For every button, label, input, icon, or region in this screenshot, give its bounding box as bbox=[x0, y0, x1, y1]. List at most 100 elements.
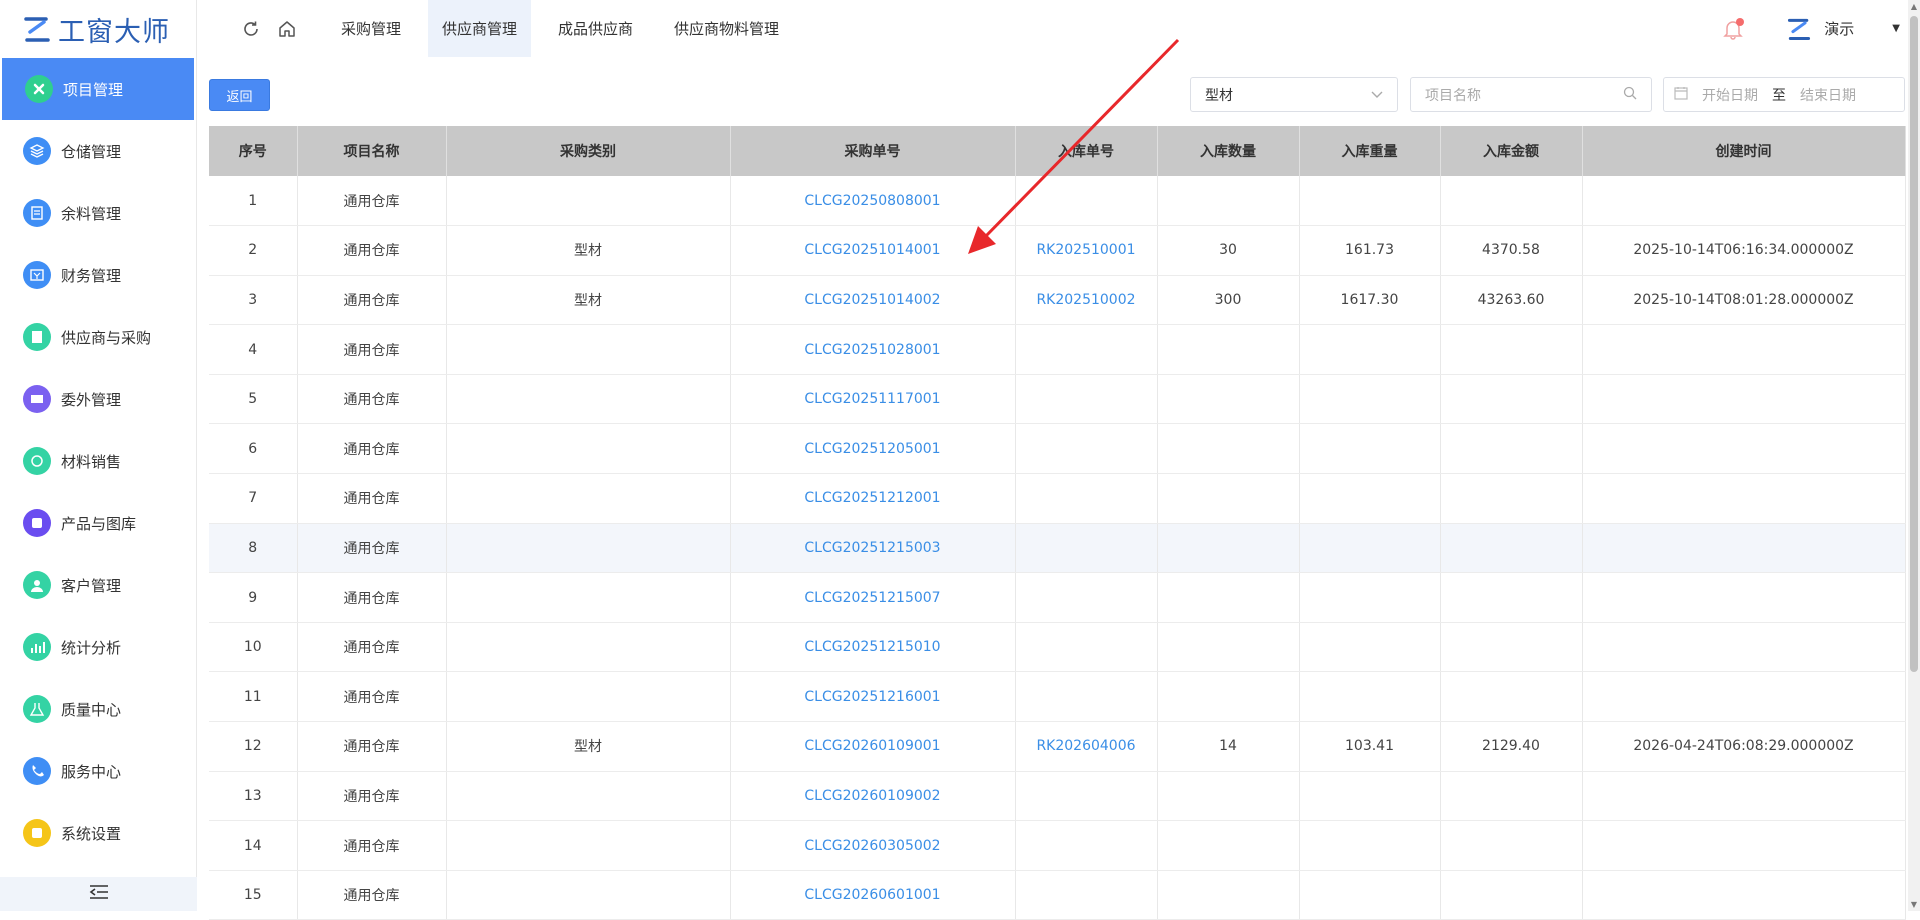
table-cell: 通用仓库 bbox=[297, 423, 447, 475]
table-row[interactable]: 12 通用仓库 型材 CLCG20260109001 RK202604006 14 103.… bbox=[209, 721, 1906, 772]
table-cell: 型材 bbox=[446, 225, 731, 276]
purchase-order-link[interactable]: CLCG20250808001 bbox=[730, 176, 1016, 227]
sidebar-item-2[interactable]: 仓储管理 bbox=[0, 120, 196, 182]
sidebar-item-12[interactable]: 服务中心 bbox=[0, 740, 196, 802]
purchase-order-link[interactable]: CLCG20251117001 bbox=[730, 374, 1016, 425]
sidebar-item-8[interactable]: 产品与图库 bbox=[0, 492, 196, 554]
table-row[interactable]: 8 通用仓库 CLCG20251215003 bbox=[209, 523, 1906, 574]
top-tab-1[interactable]: 采购管理 bbox=[327, 0, 415, 57]
user-name[interactable]: 演示 bbox=[1824, 18, 1854, 39]
scroll-down-icon[interactable]: ▼ bbox=[1910, 900, 1918, 909]
purchase-order-link[interactable]: CLCG20260305002 bbox=[730, 820, 1016, 871]
table-cell bbox=[1299, 572, 1441, 623]
table-row[interactable]: 5 通用仓库 CLCG20251117001 bbox=[209, 374, 1906, 425]
sidebar-item-label: 系统设置 bbox=[61, 824, 122, 843]
purchase-order-link[interactable]: CLCG20260109002 bbox=[730, 771, 1016, 822]
sidebar-item-5[interactable]: 供应商与采购 bbox=[0, 306, 196, 368]
purchase-order-link[interactable]: CLCG20251212001 bbox=[730, 473, 1016, 524]
inbound-order-link bbox=[1015, 870, 1158, 920]
purchase-table: 序号 项目名称 采购类别 采购单号 入库单号 入库数量 入库重量 入库金额 创建时间 1 通用仓库… bbox=[209, 126, 1906, 920]
table-row[interactable]: 13 通用仓库 CLCG20260109002 bbox=[209, 771, 1906, 822]
purchase-order-link[interactable]: CLCG20251215010 bbox=[730, 622, 1016, 673]
purchase-order-link[interactable]: CLCG20260601001 bbox=[730, 870, 1016, 920]
logo[interactable]: 工窗大师 bbox=[0, 0, 196, 58]
start-date-input[interactable]: 开始日期 bbox=[1702, 85, 1758, 105]
chart-icon bbox=[23, 633, 51, 661]
sidebar-item-label: 仓储管理 bbox=[61, 142, 122, 161]
inbound-order-link[interactable]: RK202510001 bbox=[1015, 225, 1158, 276]
table-cell bbox=[1582, 671, 1906, 723]
purchase-order-link[interactable]: CLCG20251014002 bbox=[730, 275, 1016, 326]
table-row[interactable]: 3 通用仓库 型材 CLCG20251014002 RK202510002 300 1617… bbox=[209, 275, 1906, 326]
user-menu-caret-icon[interactable]: ▼ bbox=[1892, 23, 1900, 34]
table-row[interactable]: 11 通用仓库 CLCG20251216001 bbox=[209, 671, 1906, 723]
sidebar-item-10[interactable]: 统计分析 bbox=[0, 616, 196, 678]
top-tab-4[interactable]: 供应商物料管理 bbox=[660, 0, 793, 57]
table-row[interactable]: 6 通用仓库 CLCG20251205001 bbox=[209, 423, 1906, 475]
sidebar-item-4[interactable]: 财务管理 bbox=[0, 244, 196, 306]
sidebar-item-7[interactable]: 材料销售 bbox=[0, 430, 196, 492]
home-icon[interactable] bbox=[272, 14, 302, 44]
table-cell: 4 bbox=[209, 324, 298, 375]
sidebar-item-13[interactable]: 系统设置 bbox=[0, 802, 196, 864]
purchase-order-link[interactable]: CLCG20260109001 bbox=[730, 721, 1016, 772]
top-tab-3[interactable]: 成品供应商 bbox=[544, 0, 647, 57]
project-name-input[interactable]: 项目名称 bbox=[1410, 77, 1652, 112]
table-row[interactable]: 15 通用仓库 CLCG20260601001 bbox=[209, 870, 1906, 920]
table-cell: 通用仓库 bbox=[297, 820, 447, 871]
table-row[interactable]: 4 通用仓库 CLCG20251028001 bbox=[209, 324, 1906, 375]
table-row[interactable]: 10 通用仓库 CLCG20251215010 bbox=[209, 622, 1906, 673]
user-avatar[interactable] bbox=[1786, 16, 1812, 42]
refresh-icon[interactable] bbox=[236, 14, 266, 44]
sidebar-item-label: 材料销售 bbox=[61, 452, 122, 471]
scrollbar-thumb[interactable] bbox=[1910, 16, 1918, 672]
table-cell: 300 bbox=[1157, 275, 1300, 326]
purchase-order-link[interactable]: CLCG20251014001 bbox=[730, 225, 1016, 276]
sales-icon bbox=[23, 447, 51, 475]
purchase-order-link[interactable]: CLCG20251028001 bbox=[730, 324, 1016, 375]
notification-bell-icon[interactable] bbox=[1718, 14, 1748, 44]
sidebar-item-3[interactable]: 余料管理 bbox=[0, 182, 196, 244]
table-cell bbox=[1582, 374, 1906, 425]
chevron-down-icon bbox=[1371, 87, 1383, 103]
inbound-order-link[interactable]: RK202510002 bbox=[1015, 275, 1158, 326]
table-row[interactable]: 7 通用仓库 CLCG20251212001 bbox=[209, 473, 1906, 524]
purchase-order-link[interactable]: CLCG20251215007 bbox=[730, 572, 1016, 623]
sidebar-item-9[interactable]: 客户管理 bbox=[0, 554, 196, 616]
category-select[interactable]: 型材 bbox=[1190, 77, 1398, 112]
table-row[interactable]: 2 通用仓库 型材 CLCG20251014001 RK202510001 30 161.7… bbox=[209, 225, 1906, 276]
table-cell bbox=[1582, 572, 1906, 623]
collapse-sidebar-button[interactable] bbox=[0, 877, 197, 911]
table-cell: 4370.58 bbox=[1440, 225, 1583, 276]
table-cell bbox=[1157, 423, 1300, 475]
table-cell bbox=[1299, 870, 1441, 920]
scroll-up-icon[interactable]: ▲ bbox=[1910, 2, 1918, 11]
inbound-order-link bbox=[1015, 523, 1158, 574]
table-row[interactable]: 9 通用仓库 CLCG20251215007 bbox=[209, 572, 1906, 623]
purchase-order-link[interactable]: CLCG20251215003 bbox=[730, 523, 1016, 574]
purchase-order-link[interactable]: CLCG20251216001 bbox=[730, 671, 1016, 723]
sidebar-item-label: 余料管理 bbox=[61, 204, 122, 223]
table-cell: 通用仓库 bbox=[297, 572, 447, 623]
date-range-picker[interactable]: 开始日期 至 结束日期 bbox=[1663, 77, 1905, 112]
table-cell: 通用仓库 bbox=[297, 771, 447, 822]
table-cell bbox=[446, 176, 731, 227]
search-icon[interactable] bbox=[1623, 86, 1637, 104]
table-row[interactable]: 14 通用仓库 CLCG20260305002 bbox=[209, 820, 1906, 871]
table-row[interactable]: 1 通用仓库 CLCG20250808001 bbox=[209, 176, 1906, 227]
table-cell: 2 bbox=[209, 225, 298, 276]
sidebar-item-6[interactable]: 委外管理 bbox=[0, 368, 196, 430]
table-cell: 通用仓库 bbox=[297, 225, 447, 276]
table-cell: 2025-10-14T06:16:34.000000Z bbox=[1582, 225, 1906, 276]
end-date-input[interactable]: 结束日期 bbox=[1800, 85, 1856, 105]
finance-icon bbox=[23, 261, 51, 289]
inbound-order-link[interactable]: RK202604006 bbox=[1015, 721, 1158, 772]
page-scrollbar[interactable]: ▲ ▼ bbox=[1908, 0, 1920, 911]
table-cell: 型材 bbox=[446, 275, 731, 326]
sidebar-item-1[interactable]: 项目管理 bbox=[2, 58, 194, 120]
back-button[interactable]: 返回 bbox=[209, 79, 270, 111]
column-header: 入库金额 bbox=[1440, 126, 1583, 176]
purchase-order-link[interactable]: CLCG20251205001 bbox=[730, 423, 1016, 475]
top-tab-2[interactable]: 供应商管理 bbox=[428, 0, 532, 57]
sidebar-item-11[interactable]: 质量中心 bbox=[0, 678, 196, 740]
